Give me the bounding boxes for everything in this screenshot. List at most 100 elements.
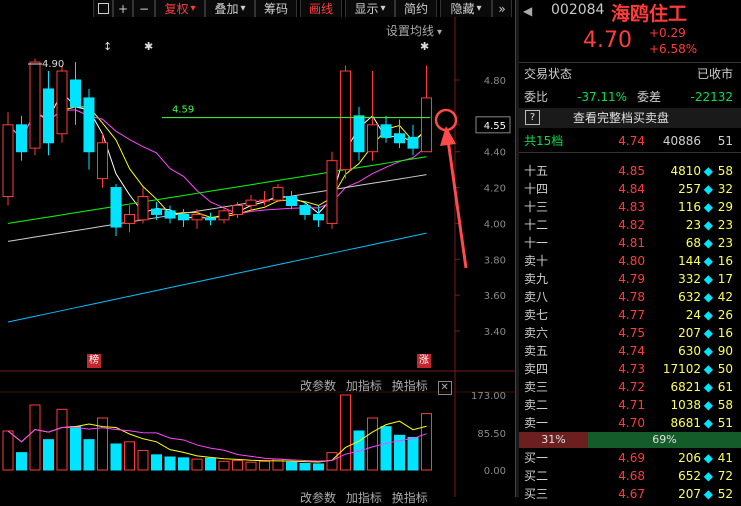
drawn-line-label: 4.59 — [172, 105, 194, 116]
ask-volume: 6821 — [670, 380, 701, 394]
vol-tick-label: 85.50 — [477, 429, 506, 440]
annotation-arrow — [446, 139, 468, 269]
sell-pct-bar: 69% — [588, 432, 741, 448]
volume-bar — [43, 439, 54, 471]
candle-body — [2, 124, 14, 198]
diamond-icon: ◆ — [703, 326, 713, 340]
total-label: 共15档 — [524, 134, 564, 148]
bid-price: 4.69 — [618, 451, 645, 465]
ask-label: 卖五 — [524, 344, 549, 358]
diamond-icon: ◆ — [703, 254, 713, 268]
ask-volume: 207 — [678, 326, 701, 340]
volume-bar — [110, 443, 122, 471]
diff-label: 委差 — [637, 90, 662, 104]
candle-body — [178, 213, 189, 221]
candle-body — [353, 115, 365, 153]
ask-count: 23 — [717, 236, 733, 250]
ask-count: 26 — [717, 308, 733, 322]
kline-chart[interactable]: 4.80 4.55 4.40 4.20 4.00 3.80 3.60 3.40 173.00 85… — [0, 0, 515, 497]
full-book-label: 查看完整档买卖盘 — [573, 111, 670, 125]
ma-line — [7, 174, 427, 242]
ma-line — [7, 91, 427, 219]
candle-body — [97, 142, 108, 180]
ask-label: 卖七 — [524, 308, 549, 322]
bid-price: 4.68 — [618, 469, 645, 483]
ask-row: 卖七 4.77 24 ◆ 26 — [519, 306, 741, 324]
ask-price: 4.73 — [618, 362, 645, 376]
bid-row: 买二 4.68 652 ◆ 72 — [519, 467, 741, 485]
high-label: 4.90 — [42, 59, 64, 70]
ask-price: 4.82 — [618, 218, 645, 232]
bid-volume: 206 — [678, 451, 701, 465]
bid-label: 买一 — [524, 451, 549, 465]
ask-label: 卖十 — [524, 254, 549, 268]
ask-row: 卖三 4.72 6821 ◆ 61 — [519, 378, 741, 396]
sub-toolbar: 改参数 加指标 换指标 ✕ — [300, 377, 452, 395]
candle-body — [272, 187, 284, 201]
ratio-row: 委比 -37.11% 委差 -22132 — [519, 88, 741, 106]
y-tick-label: 4.40 — [484, 148, 506, 159]
expand-panel-icon[interactable]: ◀ — [523, 4, 532, 18]
diamond-icon: ◆ — [703, 380, 713, 394]
candle-body — [313, 213, 324, 221]
full-book-button[interactable]: ? 查看完整档买卖盘 — [519, 108, 741, 128]
close-icon[interactable]: ✕ — [437, 381, 452, 395]
modify-params-button[interactable]: 改参数 — [300, 379, 336, 393]
ask-volume: 68 — [685, 236, 701, 250]
volume-bar — [340, 394, 351, 471]
ask-price: 4.85 — [618, 164, 645, 178]
bottom-modify-button[interactable]: 改参数 — [300, 491, 336, 505]
ask-row: 十三 4.83 116 ◆ 29 — [519, 198, 741, 216]
y-tick-label: 4.80 — [484, 76, 506, 87]
candle-body — [29, 61, 41, 149]
bottom-toolbar: 改参数 加指标 换指标 — [300, 489, 428, 506]
diamond-icon: ◆ — [703, 416, 713, 430]
ask-row: 卖八 4.78 632 ◆ 42 — [519, 288, 741, 306]
chart-area[interactable]: + − 复权 ▾ 叠加 ▾ 筹码 画线 显示 ▾ 简约 隐藏 ▾ » 4.80 4.55 4… — [0, 0, 515, 505]
vol-tick-label: 0.00 — [484, 466, 506, 477]
volume-bar — [245, 461, 257, 471]
ask-label: 卖二 — [524, 398, 549, 412]
candle-body — [164, 210, 176, 219]
volume-bar — [380, 426, 392, 471]
candle-body — [245, 199, 257, 207]
bid-price: 4.67 — [618, 487, 645, 501]
volume-bar — [164, 456, 176, 471]
volume-bar — [151, 454, 162, 471]
ask-price: 4.84 — [618, 182, 645, 196]
ask-volume: 24 — [685, 308, 701, 322]
bid-count: 52 — [717, 487, 733, 501]
ask-volume: 632 — [678, 290, 701, 304]
volume-bar — [407, 436, 419, 471]
total-price: 4.74 — [618, 134, 645, 148]
ask-row: 十一 4.81 68 ◆ 23 — [519, 234, 741, 252]
settings-ma-button[interactable]: 设置均线 ▾ — [386, 22, 442, 39]
diamond-icon: ◆ — [703, 272, 713, 286]
add-indicator-button[interactable]: 加指标 — [346, 379, 382, 393]
ask-count: 16 — [717, 254, 733, 268]
divider — [519, 62, 741, 63]
candle-body — [367, 124, 378, 153]
candle-body — [326, 160, 338, 224]
bottom-add-button[interactable]: 加指标 — [346, 491, 382, 505]
volume-bar — [29, 404, 41, 471]
switch-indicator-button[interactable]: 换指标 — [392, 379, 428, 393]
bid-volume: 652 — [678, 469, 701, 483]
ask-row: 卖二 4.71 1038 ◆ 58 — [519, 396, 741, 414]
ask-volume: 257 — [678, 182, 701, 196]
y-tick-label: 4.55 — [484, 121, 506, 132]
bid-count: 41 — [717, 451, 733, 465]
candle-body — [56, 70, 68, 135]
ask-count: 58 — [717, 398, 733, 412]
ask-volume: 332 — [678, 272, 701, 286]
volume-bar — [83, 439, 95, 471]
badge-left: 榜 — [87, 354, 101, 368]
settings-ma-label: 设置均线 — [386, 24, 435, 38]
ask-label: 卖六 — [524, 326, 549, 340]
bottom-switch-button[interactable]: 换指标 — [392, 491, 428, 505]
ask-count: 16 — [717, 326, 733, 340]
ask-label: 十三 — [524, 200, 549, 214]
help-icon[interactable]: ? — [525, 110, 540, 125]
bid-count: 72 — [717, 469, 733, 483]
volume-bar — [124, 441, 135, 471]
